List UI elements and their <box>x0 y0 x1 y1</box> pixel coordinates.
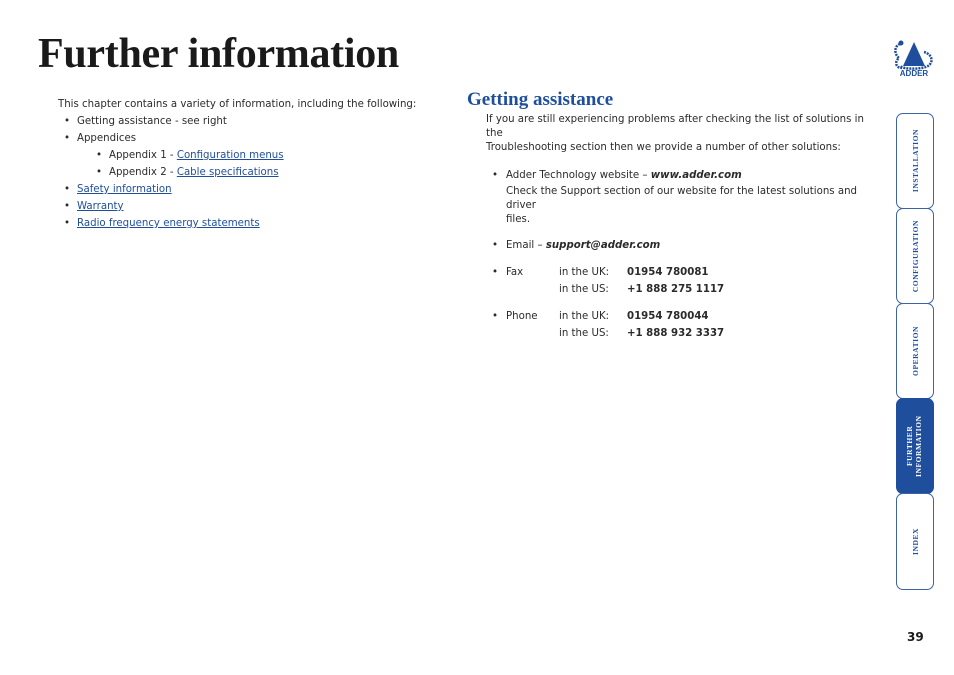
section-title: Getting assistance <box>467 89 614 110</box>
contact-phone: Phonein the UK:01954 780044 in the US:+1… <box>492 308 877 342</box>
list-item: Getting assistance - see right <box>64 113 416 130</box>
contact-website: Adder Technology website – www.adder.com… <box>492 167 877 227</box>
page-title: Further information <box>38 31 399 77</box>
page-number: 39 <box>907 630 924 644</box>
list-item: Appendix 2 - Cable specifications <box>96 164 416 181</box>
link-cable-specifications[interactable]: Cable specifications <box>177 167 279 178</box>
intro-section: This chapter contains a variety of infor… <box>58 96 416 232</box>
tab-installation[interactable]: INSTALLATION <box>896 113 934 209</box>
link-safety-information[interactable]: Safety information <box>77 184 172 195</box>
contact-list: Adder Technology website – www.adder.com… <box>492 167 877 342</box>
email-address[interactable]: support@adder.com <box>546 240 660 251</box>
fax-us-number: +1 888 275 1117 <box>627 284 725 295</box>
svg-text:ADDER: ADDER <box>900 69 929 78</box>
list-item: Safety information <box>64 181 416 198</box>
phone-us-number: +1 888 932 3337 <box>627 328 725 339</box>
list-item: Radio frequency energy statements <box>64 215 416 232</box>
link-warranty[interactable]: Warranty <box>77 201 124 212</box>
list-item: Appendices Appendix 1 - Configuration me… <box>64 130 416 181</box>
phone-uk-number: 01954 780044 <box>627 311 709 322</box>
tab-operation[interactable]: OPERATION <box>896 303 934 399</box>
list-item: Warranty <box>64 198 416 215</box>
contact-fax: Faxin the UK:01954 780081 in the US:+1 8… <box>492 264 877 298</box>
adder-logo: ADDER <box>894 40 933 78</box>
link-configuration-menus[interactable]: Configuration menus <box>177 150 284 161</box>
website-description: Check the Support section of our website… <box>506 186 857 225</box>
tab-configuration[interactable]: CONFIGURATION <box>896 208 934 304</box>
getting-assistance-section: Getting assistance If you are still expe… <box>467 89 877 342</box>
appendices-list: Appendix 1 - Configuration menus Appendi… <box>77 147 416 181</box>
website-url[interactable]: www.adder.com <box>651 170 742 181</box>
link-radio-frequency[interactable]: Radio frequency energy statements <box>77 218 260 229</box>
intro-lead: This chapter contains a variety of infor… <box>58 99 417 110</box>
tab-index[interactable]: INDEX <box>896 493 934 590</box>
contact-email: Email – support@adder.com <box>492 237 877 254</box>
list-item: Appendix 1 - Configuration menus <box>96 147 416 164</box>
assistance-intro: If you are still experiencing problems a… <box>486 114 864 153</box>
fax-uk-number: 01954 780081 <box>627 267 709 278</box>
contents-list: Getting assistance - see right Appendice… <box>58 113 416 232</box>
tab-further-information[interactable]: FURTHER INFORMATION <box>896 398 934 494</box>
